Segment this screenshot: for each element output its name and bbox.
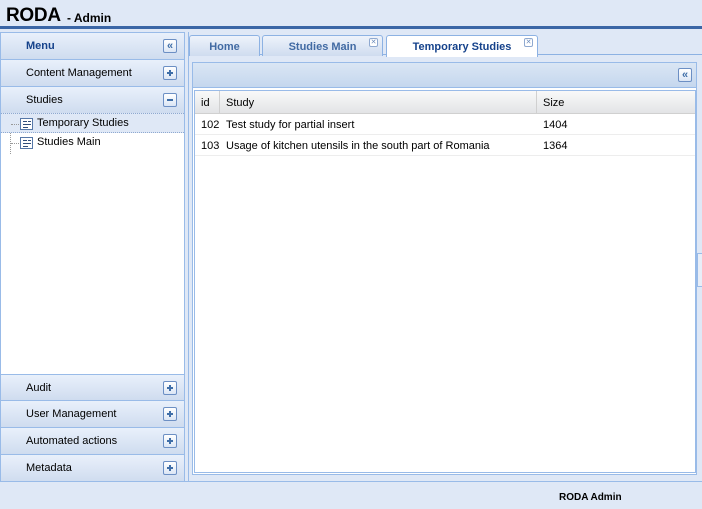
panel-header: « <box>193 63 696 88</box>
studies-grid: id Study Size 102 Test study for partial… <box>194 90 696 473</box>
app-subtitle: - Admin <box>67 11 112 25</box>
footer-text: RODA Admin <box>559 492 622 503</box>
section-content-management[interactable]: Content Management <box>1 60 184 87</box>
cell-id: 103 <box>201 140 220 152</box>
section-label: Metadata <box>26 462 72 474</box>
section-label: Audit <box>26 382 52 394</box>
section-label: Content Management <box>26 67 132 79</box>
tree-elbow <box>11 143 19 144</box>
section-studies[interactable]: Studies <box>1 87 184 114</box>
tree-item-studies-main[interactable]: Studies Main <box>1 133 184 153</box>
section-automated-actions[interactable]: Automated actions <box>1 428 184 455</box>
cell-study: Usage of kitchen utensils in the south p… <box>226 140 490 152</box>
form-icon <box>20 118 33 130</box>
tree-item-label: Studies Main <box>37 136 101 148</box>
collapse-panel-icon[interactable]: « <box>678 68 692 82</box>
tree-item-temporary-studies[interactable]: Temporary Studies <box>1 113 184 133</box>
app-header: RODA - Admin <box>0 0 702 29</box>
expand-icon[interactable] <box>163 461 177 475</box>
section-metadata[interactable]: Metadata <box>1 455 184 482</box>
section-label: Studies <box>26 94 63 106</box>
column-header-study[interactable]: Study <box>220 91 537 114</box>
cell-id: 102 <box>201 119 220 131</box>
section-user-management[interactable]: User Management <box>1 401 184 428</box>
column-header-id[interactable]: id <box>195 91 220 114</box>
tree-item-label: Temporary Studies <box>37 117 129 129</box>
form-icon <box>20 137 33 149</box>
close-icon[interactable]: ✕ <box>524 38 533 47</box>
tab-temporary-studies[interactable]: Temporary Studies ✕ <box>386 35 538 57</box>
app-title: RODA <box>6 5 61 26</box>
tab-label: Temporary Studies <box>412 41 512 53</box>
menu-header: Menu « <box>1 33 184 60</box>
section-audit[interactable]: Audit <box>1 374 184 401</box>
menu-title: Menu <box>26 40 55 52</box>
collapse-section-icon[interactable] <box>163 93 177 107</box>
collapse-menu-icon[interactable]: « <box>163 39 177 53</box>
close-icon[interactable]: ✕ <box>369 38 378 47</box>
expand-icon[interactable] <box>163 66 177 80</box>
grid-header: id Study Size <box>195 91 695 114</box>
tab-label: Studies Main <box>288 41 357 53</box>
tab-label: Home <box>209 41 240 53</box>
expand-icon[interactable] <box>163 434 177 448</box>
column-header-size[interactable]: Size <box>537 91 695 114</box>
expand-east-panel-handle[interactable] <box>697 253 702 287</box>
temporary-studies-panel: « id Study Size 102 Test study for parti… <box>192 62 697 475</box>
tab-strip: Home Studies Main ✕ Temporary Studies ✕ <box>189 32 702 57</box>
tab-home[interactable]: Home <box>189 35 260 56</box>
expand-icon[interactable] <box>163 407 177 421</box>
status-bar: RODA Admin <box>0 481 702 509</box>
tree-elbow <box>11 124 19 125</box>
cell-study: Test study for partial insert <box>226 119 355 131</box>
section-label: Automated actions <box>26 435 118 447</box>
table-row[interactable]: 102 Test study for partial insert 1404 <box>195 114 695 135</box>
tab-studies-main[interactable]: Studies Main ✕ <box>262 35 383 56</box>
cell-size: 1404 <box>543 119 568 131</box>
menu-panel: Menu « Content Management Studies Tempor… <box>0 32 185 482</box>
cell-size: 1364 <box>543 140 568 152</box>
table-row[interactable]: 103 Usage of kitchen utensils in the sou… <box>195 135 695 156</box>
section-label: User Management <box>26 408 117 420</box>
expand-icon[interactable] <box>163 381 177 395</box>
content-area: Home Studies Main ✕ Temporary Studies ✕ … <box>188 32 702 481</box>
